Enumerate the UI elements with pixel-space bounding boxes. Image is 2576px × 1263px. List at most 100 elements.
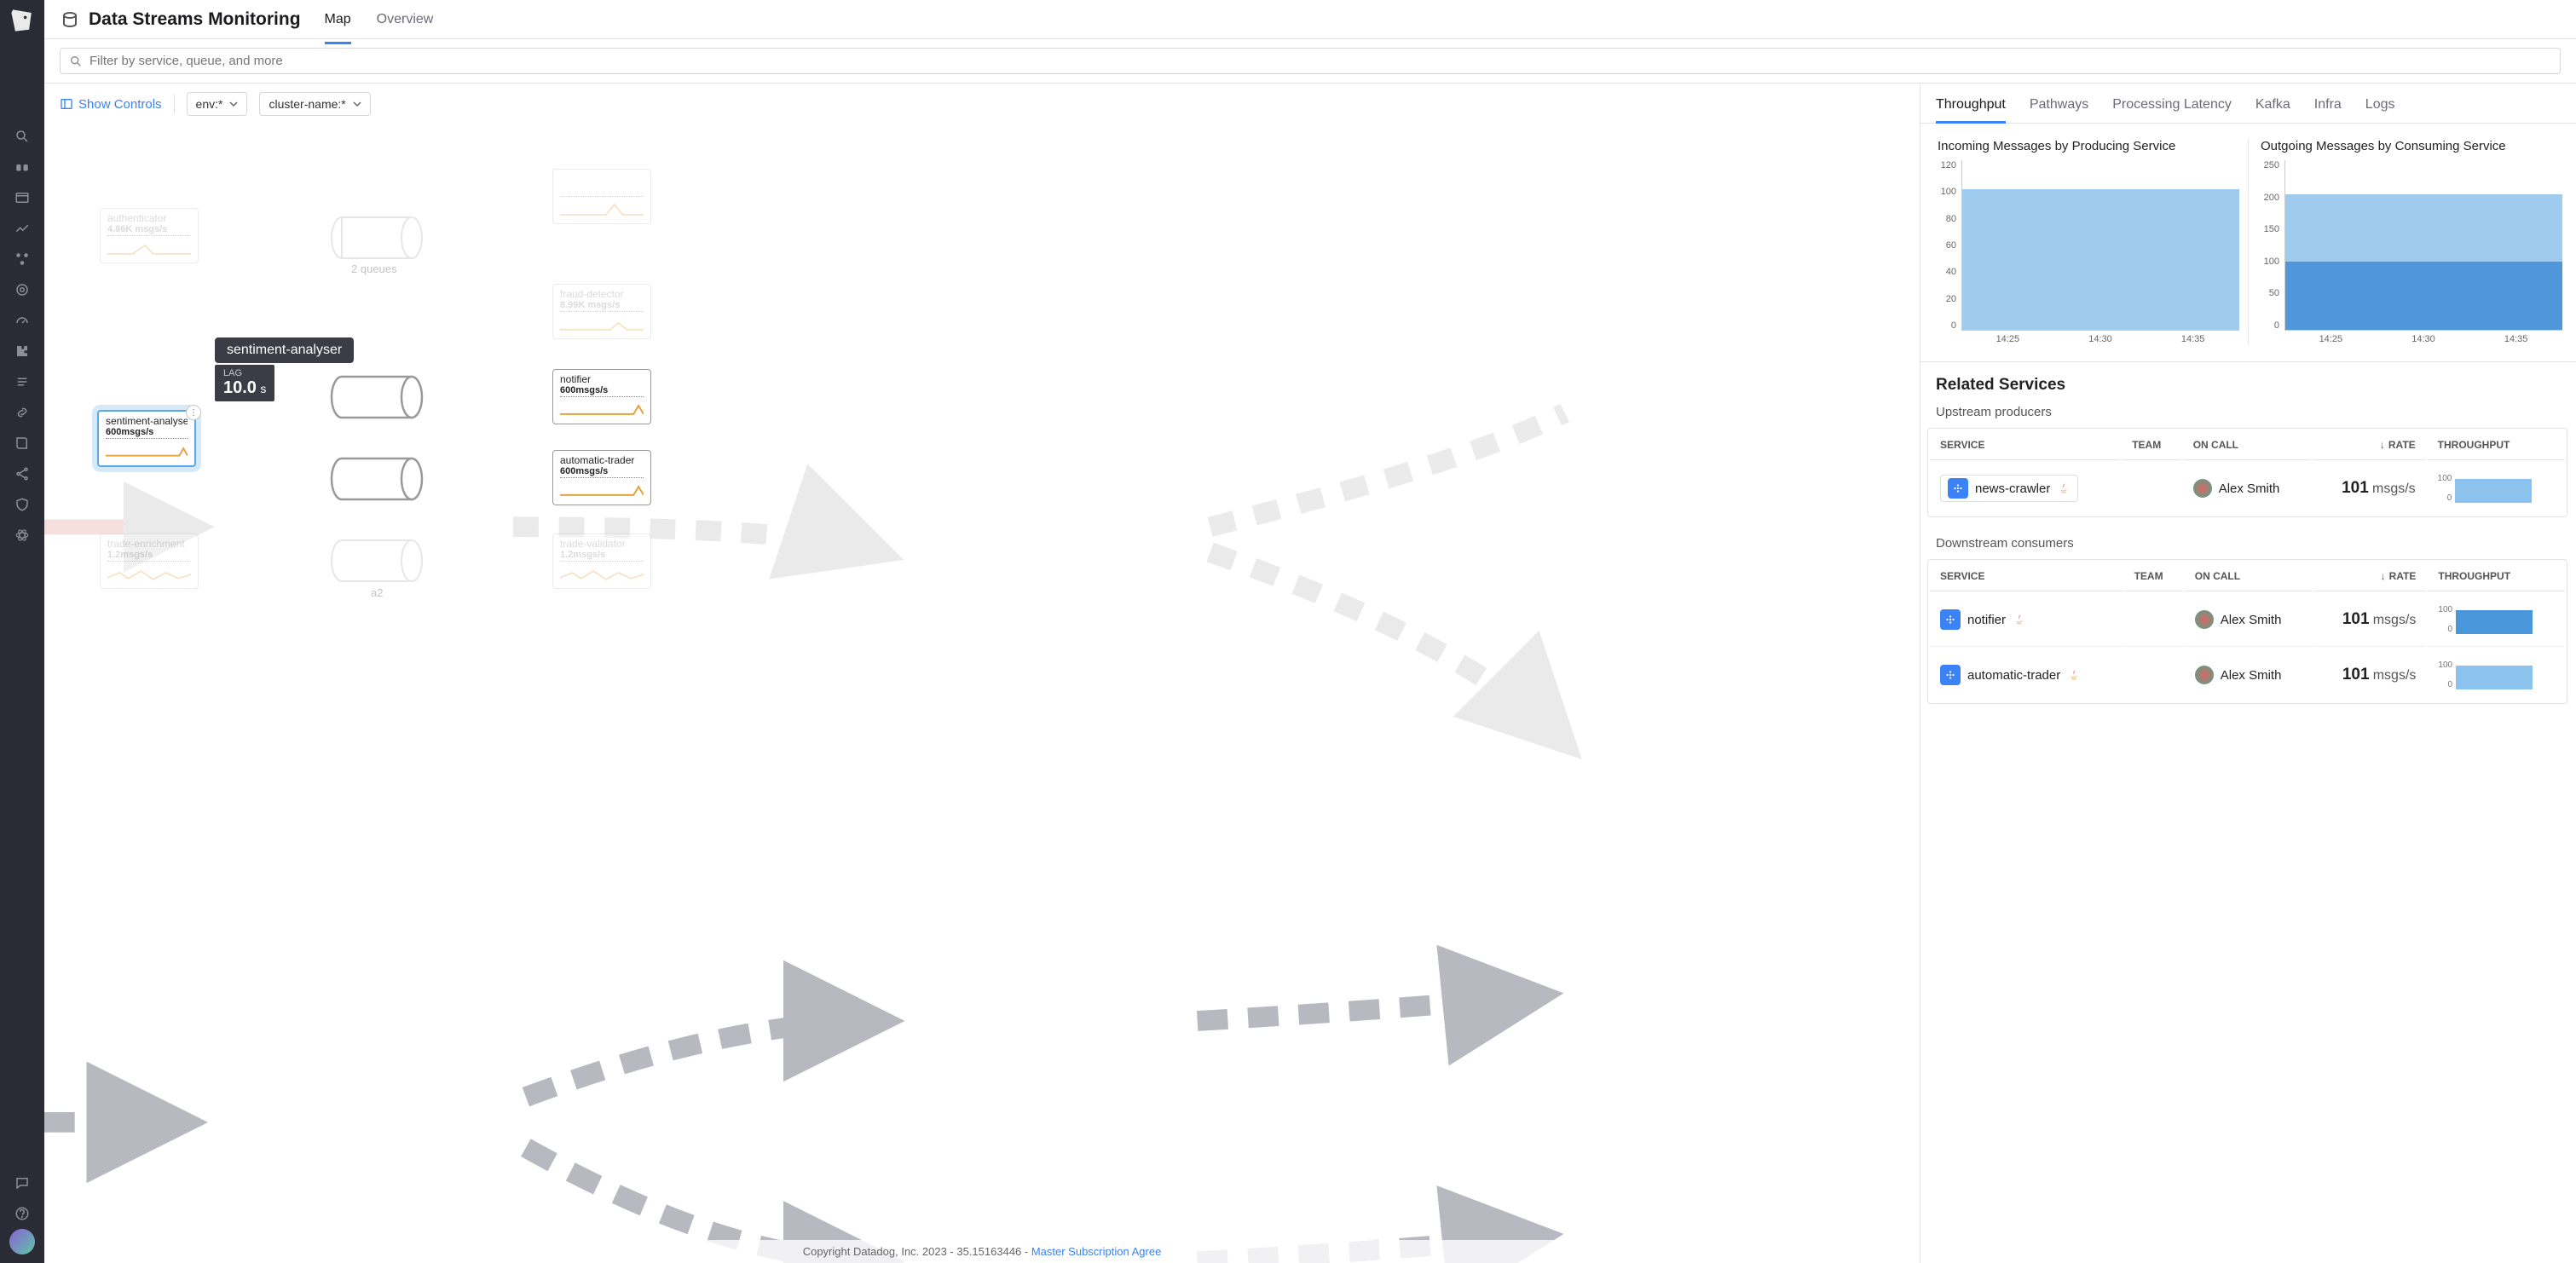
env-dropdown[interactable]: env:*: [187, 92, 248, 116]
target-icon[interactable]: [14, 281, 31, 298]
list-icon[interactable]: [14, 373, 31, 390]
table-row[interactable]: automatic-trader Alex Smith 101 msgs/s 1…: [1930, 649, 2565, 701]
shield-icon[interactable]: [14, 496, 31, 513]
node-fraud-detector[interactable]: fraud-detector 8.99K msgs/s: [552, 284, 651, 339]
chevron-down-icon: [353, 100, 361, 108]
queue-label-a2: a2: [371, 586, 383, 599]
queue-mid-2[interactable]: [330, 457, 424, 505]
tab-overview[interactable]: Overview: [377, 5, 434, 34]
body-split: Show Controls env:* cluster-name:*: [44, 84, 2576, 1263]
service-cell: news-crawler: [1940, 475, 2078, 502]
queue-mid-1[interactable]: [330, 375, 424, 424]
sort-down-icon: ↓: [2380, 439, 2385, 451]
main-content: Data Streams Monitoring Map Overview Sho…: [44, 0, 2576, 1263]
left-nav-sidebar: [0, 0, 44, 1263]
page-title: Data Streams Monitoring: [89, 9, 301, 30]
chart-1-yaxis: 250 200 150 100 50 0: [2257, 160, 2284, 331]
node-trade-enrichment[interactable]: trade-enrichment 1.2msgs/s: [100, 533, 199, 589]
queue-a2[interactable]: [330, 539, 424, 587]
help-icon[interactable]: [14, 1205, 31, 1222]
service-icon: [1948, 478, 1968, 499]
page-header: Data Streams Monitoring Map Overview: [44, 0, 2576, 39]
service-icon: [1940, 609, 1961, 630]
chevron-down-icon: [229, 100, 238, 108]
chart-incoming: Incoming Messages by Producing Service 1…: [1926, 139, 2249, 344]
show-controls-toggle[interactable]: Show Controls: [60, 97, 162, 112]
share-icon[interactable]: [14, 465, 31, 482]
header-tabs: Map Overview: [325, 5, 434, 34]
node-trade-validator[interactable]: trade-validator 1.2msgs/s: [552, 533, 651, 589]
user-avatar[interactable]: [9, 1229, 35, 1254]
chart-0-plot[interactable]: [1961, 160, 2239, 331]
book-icon[interactable]: [14, 435, 31, 452]
controls-bar: Show Controls env:* cluster-name:*: [44, 84, 1920, 124]
avatar-icon: [2195, 666, 2214, 684]
footer: Copyright Datadog, Inc. 2023 - 35.151634…: [44, 1240, 1920, 1263]
tab-throughput[interactable]: Throughput: [1936, 97, 2006, 123]
chart-1-plot[interactable]: [2284, 160, 2562, 331]
datadog-logo-icon[interactable]: [7, 5, 38, 36]
avatar-icon: [2193, 479, 2212, 498]
tab-map[interactable]: Map: [325, 5, 351, 34]
search-icon: [69, 55, 83, 68]
chat-icon[interactable]: [14, 1174, 31, 1191]
puzzle-icon[interactable]: [14, 343, 31, 360]
related-services-title: Related Services: [1920, 362, 2576, 400]
node-top-right[interactable]: [552, 169, 651, 224]
detail-panel: Throughput Pathways Processing Latency K…: [1920, 84, 2576, 1263]
node-automatic-trader[interactable]: automatic-trader 600msgs/s: [552, 450, 651, 505]
java-icon: [2067, 668, 2081, 682]
table-row[interactable]: notifier Alex Smith 101 msgs/s 1000: [1930, 593, 2565, 647]
avatar-icon: [2195, 610, 2214, 629]
show-controls-label: Show Controls: [78, 97, 162, 112]
atom-icon[interactable]: [14, 527, 31, 544]
filter-bar: [44, 39, 2576, 84]
lag-indicator: LAG 10.0 s: [215, 365, 274, 401]
service-cell: notifier: [1940, 609, 2112, 630]
service-cell: automatic-trader: [1940, 665, 2112, 685]
chart-0-xaxis: 14:25 14:30 14:35: [1934, 334, 2239, 344]
filter-input-wrapper[interactable]: [60, 48, 2561, 74]
oncall-cell: Alex Smith: [2193, 479, 2302, 498]
node-authenticator[interactable]: authenticator 4.86K msgs/s: [100, 208, 199, 263]
tab-kafka[interactable]: Kafka: [2255, 97, 2290, 123]
chart-1-xaxis: 14:25 14:30 14:35: [2257, 334, 2562, 344]
search-icon[interactable]: [14, 128, 31, 145]
mini-throughput-chart: 1000: [2438, 605, 2555, 634]
streams-icon: [60, 9, 80, 30]
downstream-table: SERVICE TEAM ON CALL ↓RATE THROUGHPUT no…: [1927, 559, 2567, 704]
chart-outgoing: Outgoing Messages by Consuming Service 2…: [2249, 139, 2571, 344]
services-icon[interactable]: [14, 251, 31, 268]
chart-0-yaxis: 120 100 80 60 40 20 0: [1934, 160, 1961, 331]
node-notifier[interactable]: notifier 600msgs/s: [552, 369, 651, 424]
upstream-table: SERVICE TEAM ON CALL ↓RATE THROUGHPUT ne…: [1927, 428, 2567, 517]
dashboard-icon[interactable]: [14, 189, 31, 206]
node-sentiment-analyser[interactable]: ⋮ sentiment-analyser 600msgs/s: [97, 410, 196, 467]
cluster-dropdown[interactable]: cluster-name:*: [259, 92, 370, 116]
upstream-title: Upstream producers: [1920, 400, 2576, 428]
mini-throughput-chart: 1000: [2438, 660, 2555, 689]
link-icon[interactable]: [14, 404, 31, 421]
downstream-title: Downstream consumers: [1920, 531, 2576, 559]
filter-input[interactable]: [90, 54, 2551, 68]
metrics-icon[interactable]: [14, 220, 31, 237]
binoculars-icon[interactable]: [14, 159, 31, 176]
tab-infra[interactable]: Infra: [2314, 97, 2342, 123]
tab-logs[interactable]: Logs: [2365, 97, 2395, 123]
charts-row: Incoming Messages by Producing Service 1…: [1920, 124, 2576, 362]
divider: [174, 95, 175, 113]
mini-throughput-chart: 1000: [2438, 474, 2555, 503]
footer-link[interactable]: Master Subscription Agree: [1031, 1245, 1161, 1258]
sort-down-icon: ↓: [2381, 570, 2386, 582]
tab-pathways[interactable]: Pathways: [2030, 97, 2088, 123]
java-icon: [2057, 482, 2071, 495]
gauge-icon[interactable]: [14, 312, 31, 329]
map-canvas[interactable]: Show Controls env:* cluster-name:*: [44, 84, 1920, 1263]
java-icon: [2013, 613, 2026, 626]
node-more-icon[interactable]: ⋮: [186, 405, 201, 420]
tab-processing-latency[interactable]: Processing Latency: [2112, 97, 2232, 123]
queue-top[interactable]: [330, 216, 424, 264]
detail-tabs: Throughput Pathways Processing Latency K…: [1920, 84, 2576, 124]
table-row[interactable]: news-crawler Alex Smith 101 msgs/s 1000: [1930, 462, 2565, 515]
queue-label-2queues: 2 queues: [351, 262, 397, 275]
